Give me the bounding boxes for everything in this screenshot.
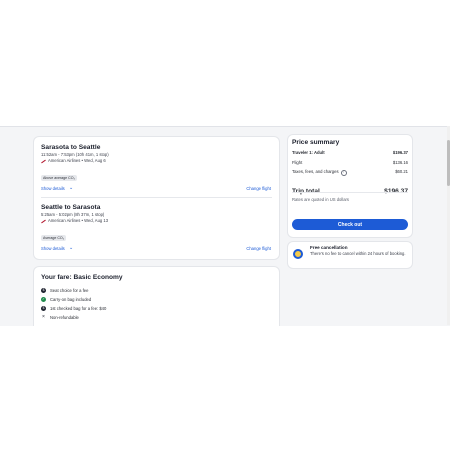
taxes-row: Taxes, fees, and charges i $60.21 <box>292 167 408 177</box>
cancellation-text: Free cancellation There's no fee to canc… <box>310 245 408 257</box>
taxes-value: $60.21 <box>395 169 408 174</box>
co2-badge: Average CO₂ <box>41 235 67 241</box>
flight-divider <box>41 197 272 198</box>
flight-airline: American Airlines • Wed, Aug 13 <box>48 218 109 223</box>
flight-return: Seattle to Sarasota 5:25am - 5:02pm (8h … <box>41 204 271 255</box>
flight-outbound: Sarasota to Seattle 11:52am - 7:53pm (10… <box>41 144 271 195</box>
traveler-row: Traveler 1: Adult $196.37 <box>292 148 408 158</box>
price-divider <box>292 192 408 193</box>
chevron-down-icon[interactable]: ⌄ <box>69 245 73 251</box>
flight-airline: American Airlines • Wed, Aug 6 <box>48 158 106 163</box>
fare-item: × Non-refundable <box>41 313 271 322</box>
price-inner: Price summary Traveler 1: Adult $196.37 … <box>292 138 408 203</box>
fare-list: $ Seat choice for a fee ✓ Carry-on bag i… <box>41 286 271 322</box>
fare-title: Your fare: Basic Economy <box>41 274 123 281</box>
american-airlines-icon <box>41 219 46 224</box>
taxes-label: Taxes, fees, and charges <box>292 169 339 174</box>
cancellation-body: There's no fee to cancel within 24 hours… <box>310 251 406 256</box>
fare-item: $ Seat choice for a fee <box>41 286 271 295</box>
info-icon[interactable]: i <box>340 169 347 176</box>
cancellation-card: Free cancellation There's no fee to canc… <box>288 242 412 268</box>
flight-actions: Show details ⌄ Change flight <box>41 185 271 195</box>
airline-row: American Airlines • Wed, Aug 6 <box>41 158 271 164</box>
checkout-content: Sarasota to Seattle 11:52am - 7:53pm (10… <box>0 126 450 337</box>
fare-item-label: Carry-on bag included <box>50 297 92 302</box>
flight-title: Sarasota to Seattle <box>41 144 101 151</box>
flight-value: $136.16 <box>392 159 408 165</box>
fare-inner: Your fare: Basic Economy $ Seat choice f… <box>41 274 271 322</box>
show-details-link[interactable]: Show details <box>41 246 65 252</box>
flight-actions: Show details ⌄ Change flight <box>41 245 271 255</box>
check-icon: ✓ <box>41 297 46 302</box>
flight-label: Flight <box>292 159 303 165</box>
show-details-link[interactable]: Show details <box>41 186 65 192</box>
flight-price-row: Flight $136.16 <box>292 158 408 168</box>
co2-badge: Above average CO₂ <box>41 175 77 181</box>
flight-title: Seattle to Sarasota <box>41 204 101 211</box>
checkout-button[interactable]: Check out <box>292 219 408 230</box>
flights-card: Sarasota to Seattle 11:52am - 7:53pm (10… <box>34 137 279 259</box>
fare-item-label: Seat choice for a fee <box>50 288 89 293</box>
fare-item-label: Non-refundable <box>50 315 79 320</box>
airline-row: American Airlines • Wed, Aug 13 <box>41 218 271 224</box>
clock-icon <box>293 249 303 259</box>
fare-item-label: 1st checked bag for a fee: $40 <box>50 306 107 311</box>
change-flight-link[interactable]: Change flight <box>246 186 271 192</box>
currency-note: Rates are quoted in US dollars <box>292 196 350 202</box>
co2-badge-wrap: Average CO₂ <box>41 226 271 244</box>
co2-badge-wrap: Above average CO₂ <box>41 166 271 184</box>
traveler-value: $196.37 <box>392 150 408 155</box>
x-icon: × <box>42 314 45 320</box>
dollar-icon: $ <box>41 288 46 293</box>
taxes-label-wrap: Taxes, fees, and charges i <box>292 167 347 177</box>
top-blank-area <box>0 0 450 126</box>
fare-item: ✓ Carry-on bag included <box>41 295 271 304</box>
fare-item: $ 1st checked bag for a fee: $40 <box>41 304 271 313</box>
traveler-label: Traveler 1: Adult <box>292 150 325 155</box>
change-flight-link[interactable]: Change flight <box>246 246 271 252</box>
chevron-down-icon[interactable]: ⌄ <box>69 185 73 191</box>
price-summary-title: Price summary <box>292 139 340 146</box>
bottom-blank-area <box>0 326 450 450</box>
american-airlines-icon <box>41 159 46 164</box>
dollar-icon: $ <box>41 306 46 311</box>
